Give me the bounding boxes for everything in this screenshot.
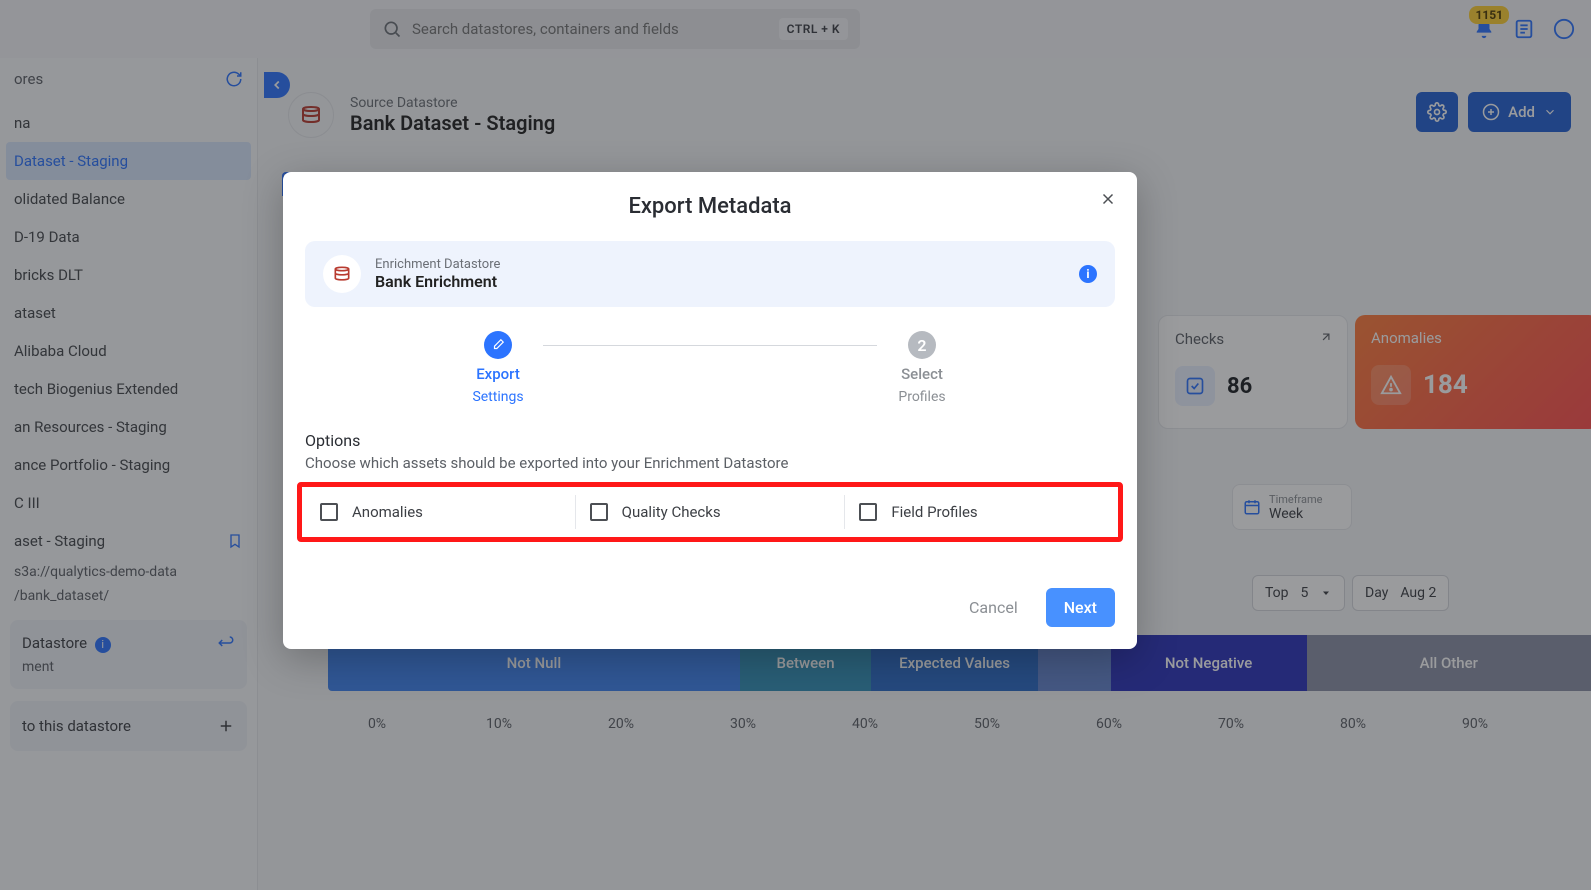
options-highlight: Anomalies Quality Checks Field Profiles: [297, 482, 1123, 542]
checkbox[interactable]: [859, 503, 877, 521]
pencil-icon: [484, 331, 512, 359]
enrichment-name: Bank Enrichment: [375, 272, 500, 291]
close-icon[interactable]: [1099, 190, 1117, 208]
datastore-icon: [323, 255, 361, 293]
modal-title: Export Metadata: [283, 194, 1137, 219]
step-select-profiles[interactable]: 2 Select Profiles: [877, 331, 967, 405]
options-description: Choose which assets should be exported i…: [283, 454, 1137, 472]
cancel-button[interactable]: Cancel: [955, 588, 1032, 627]
checkbox[interactable]: [320, 503, 338, 521]
option-quality-checks[interactable]: Quality Checks: [576, 495, 846, 529]
options-heading: Options: [283, 431, 1137, 450]
checkbox[interactable]: [590, 503, 608, 521]
wizard-stepper: Export Settings 2 Select Profiles: [283, 331, 1137, 405]
enrichment-subtitle: Enrichment Datastore: [375, 257, 500, 272]
enrichment-card[interactable]: Enrichment Datastore Bank Enrichment i: [305, 241, 1115, 307]
info-icon[interactable]: i: [1079, 265, 1097, 283]
next-button[interactable]: Next: [1046, 588, 1115, 627]
step-export-settings[interactable]: Export Settings: [453, 331, 543, 405]
step-number: 2: [908, 331, 936, 359]
modal-footer: Cancel Next: [283, 542, 1137, 627]
option-anomalies[interactable]: Anomalies: [306, 495, 576, 529]
export-metadata-modal: Export Metadata Enrichment Datastore Ban…: [283, 172, 1137, 649]
step-connector: [543, 345, 877, 346]
option-field-profiles[interactable]: Field Profiles: [845, 495, 1114, 529]
